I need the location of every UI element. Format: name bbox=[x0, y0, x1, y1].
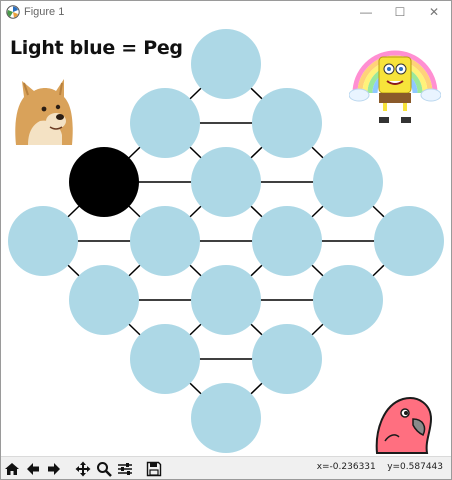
peg-r1c1[interactable] bbox=[252, 88, 322, 158]
peg-r3c0[interactable] bbox=[8, 206, 78, 276]
zoom-button[interactable] bbox=[94, 459, 114, 479]
peg-r4c0[interactable] bbox=[69, 265, 139, 335]
title-bar: Figure 1 — ☐ ✕ bbox=[1, 1, 451, 23]
forward-button[interactable] bbox=[44, 459, 64, 479]
peg-r3c1[interactable] bbox=[130, 206, 200, 276]
matplotlib-logo-icon bbox=[6, 5, 20, 19]
peg-r5c1[interactable] bbox=[252, 324, 322, 394]
peg-r3c2[interactable] bbox=[252, 206, 322, 276]
peg-r2c2[interactable] bbox=[313, 147, 383, 217]
peg-r4c2[interactable] bbox=[313, 265, 383, 335]
spongebob-rainbow-image bbox=[349, 50, 441, 123]
empty-hole-r2c0[interactable] bbox=[69, 147, 139, 217]
window-title: Figure 1 bbox=[24, 6, 65, 18]
maximize-button[interactable]: ☐ bbox=[383, 1, 417, 23]
peg-r4c1[interactable] bbox=[191, 265, 261, 335]
zoom-icon bbox=[97, 461, 112, 477]
close-button[interactable]: ✕ bbox=[417, 1, 451, 23]
save-button[interactable] bbox=[144, 459, 164, 479]
peg-r1c0[interactable] bbox=[130, 88, 200, 158]
party-parrot-image bbox=[375, 397, 433, 454]
peg-r3c3[interactable] bbox=[374, 206, 444, 276]
peg-r0c0[interactable] bbox=[191, 29, 261, 99]
pan-icon bbox=[75, 461, 91, 476]
home-button[interactable] bbox=[2, 459, 22, 479]
home-icon bbox=[5, 462, 19, 475]
legend-text: Light blue = Peg bbox=[10, 37, 183, 59]
navigation-toolbar: x=-0.236331 y=0.587443 bbox=[1, 456, 451, 479]
configure-icon bbox=[118, 462, 132, 475]
back-icon bbox=[27, 462, 39, 475]
save-icon bbox=[146, 461, 162, 476]
forward-icon bbox=[48, 462, 60, 475]
pan-button[interactable] bbox=[73, 459, 93, 479]
peg-r5c0[interactable] bbox=[130, 324, 200, 394]
doge-image bbox=[10, 75, 78, 147]
cursor-coordinates: x=-0.236331 y=0.587443 bbox=[316, 462, 443, 472]
peg-r2c1[interactable] bbox=[191, 147, 261, 217]
minimize-button[interactable]: — bbox=[349, 1, 383, 23]
figure-canvas[interactable]: Light blue = Peg bbox=[1, 23, 451, 455]
back-button[interactable] bbox=[23, 459, 43, 479]
peg-r6c0[interactable] bbox=[191, 383, 261, 453]
figure-window: Figure 1 — ☐ ✕ Light blue = Peg x=-0.236… bbox=[0, 0, 452, 480]
configure-subplots-button[interactable] bbox=[115, 459, 135, 479]
